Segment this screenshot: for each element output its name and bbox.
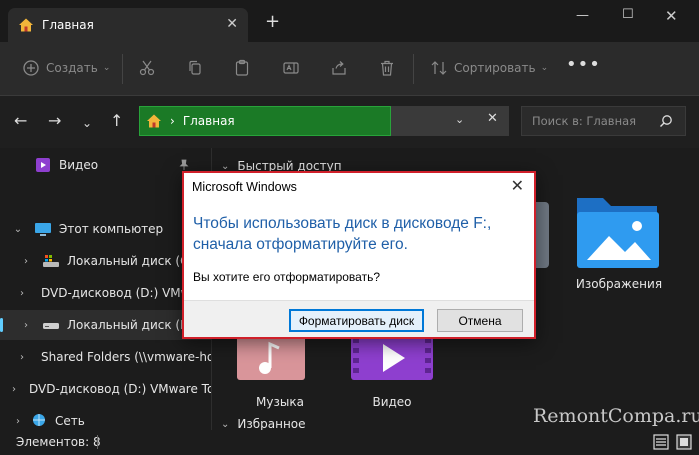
- tab-close-icon[interactable]: ✕: [226, 16, 238, 32]
- share-icon[interactable]: [330, 59, 348, 77]
- dialog-close-icon[interactable]: ✕: [511, 177, 524, 195]
- sidebar-item-dvd-d-root[interactable]: › vm DVD-дисковод (D:) VMware Tools: [0, 374, 212, 404]
- selection-indicator: [0, 318, 3, 332]
- dialog-question: Вы хотите его отформатировать?: [193, 270, 381, 284]
- search-input[interactable]: [532, 114, 657, 128]
- plus-circle-icon: [23, 60, 39, 76]
- tab-title: Главная: [42, 18, 94, 32]
- expand-chevron-icon[interactable]: ›: [20, 352, 24, 363]
- music-folder-icon[interactable]: [235, 334, 307, 382]
- tiles-view-icon[interactable]: [676, 434, 692, 450]
- sort-button[interactable]: Сортировать ⌄: [430, 59, 548, 77]
- navigation-bar: ← → ⌄ ↑ › Главная ⌄ ✕: [0, 96, 699, 148]
- create-button[interactable]: Создать ⌄: [22, 59, 110, 77]
- recent-chevron-icon[interactable]: ⌄: [82, 114, 92, 132]
- tile-label-video: Видео: [372, 395, 412, 409]
- tab-home[interactable]: Главная ✕: [8, 8, 248, 42]
- dialog-title: Microsoft Windows: [192, 180, 297, 194]
- sidebar-item-label: Видео: [59, 158, 99, 172]
- collapse-chevron-icon[interactable]: ⌄: [221, 161, 229, 172]
- home-icon: [147, 114, 161, 128]
- sidebar-item-drive-f[interactable]: › Локальный диск (F:): [0, 310, 211, 340]
- video-folder-large-icon[interactable]: [349, 334, 435, 382]
- title-bar: Главная ✕ + — ☐ ✕: [0, 0, 699, 42]
- sidebar-item-dvd-d[interactable]: › vm DVD-дисковод (D:) VMware Tools: [0, 278, 211, 308]
- expand-chevron-icon[interactable]: ›: [20, 320, 32, 331]
- sort-icon: [431, 61, 447, 75]
- expand-chevron-icon[interactable]: ›: [12, 384, 16, 395]
- pictures-folder-icon[interactable]: [573, 192, 663, 272]
- status-divider: [97, 435, 98, 449]
- details-view-icon[interactable]: [653, 434, 669, 450]
- command-bar: Создать ⌄ Сортировать ⌄ •••: [0, 42, 699, 96]
- expand-chevron-icon[interactable]: ›: [12, 416, 24, 427]
- watermark-text: RemontCompa.ru: [533, 405, 699, 427]
- chevron-down-icon: ⌄: [102, 63, 111, 73]
- forward-arrow-icon[interactable]: →: [48, 112, 61, 130]
- section-title: Избранное: [237, 417, 306, 431]
- pin-icon[interactable]: [178, 159, 190, 171]
- rename-icon[interactable]: [282, 59, 300, 77]
- format-disk-button[interactable]: Форматировать диск: [289, 309, 424, 332]
- format-disk-dialog: Microsoft Windows ✕ Чтобы использовать д…: [182, 171, 536, 339]
- minimize-icon[interactable]: —: [576, 8, 589, 23]
- sort-label: Сортировать: [454, 61, 536, 75]
- video-folder-icon: [36, 158, 50, 172]
- sidebar-item-label: Сеть: [55, 414, 85, 428]
- toolbar-divider: [122, 54, 123, 84]
- sidebar-item-label: Этот компьютер: [59, 222, 164, 236]
- network-icon: [33, 414, 45, 426]
- cut-icon[interactable]: [138, 59, 156, 77]
- status-bar: Элементов: 8: [0, 430, 699, 455]
- sidebar-item-label: Shared Folders (\\vmware-host): [41, 350, 212, 364]
- collapse-chevron-icon[interactable]: ⌄: [221, 419, 229, 430]
- sidebar-item-this-pc[interactable]: ⌄ Этот компьютер: [0, 214, 211, 244]
- tile-label-pictures: Изображения: [575, 277, 663, 291]
- dialog-message: Чтобы использовать диск в дисководе F:, …: [193, 215, 492, 253]
- expand-chevron-icon[interactable]: ›: [20, 256, 32, 267]
- search-box[interactable]: [521, 106, 686, 136]
- chevron-down-icon: ⌄: [540, 63, 549, 73]
- address-dropdown-icon[interactable]: ⌄: [455, 113, 464, 126]
- copy-icon[interactable]: [186, 59, 204, 77]
- sidebar-item-label: Локальный диск (F:): [67, 318, 195, 332]
- system-drive-icon: [43, 255, 59, 267]
- new-tab-button[interactable]: +: [265, 13, 280, 31]
- home-icon: [19, 18, 33, 32]
- tile-label-music: Музыка: [256, 395, 304, 409]
- create-label: Создать: [46, 61, 98, 75]
- sidebar-item-drive-c[interactable]: › Локальный диск (C:): [0, 246, 211, 276]
- delete-icon[interactable]: [378, 59, 396, 77]
- search-icon[interactable]: [659, 114, 673, 128]
- up-arrow-icon[interactable]: ↑: [110, 112, 123, 130]
- close-window-icon[interactable]: ✕: [665, 7, 678, 25]
- expand-chevron-icon[interactable]: ⌄: [12, 224, 24, 235]
- breadcrumb-location[interactable]: Главная: [183, 114, 235, 128]
- computer-icon: [35, 223, 51, 236]
- paste-icon[interactable]: [233, 59, 251, 77]
- sidebar-item-label: DVD-дисковод (D:) VMware Tools: [29, 382, 212, 396]
- address-breadcrumb[interactable]: › Главная: [139, 106, 391, 136]
- toolbar-divider: [413, 54, 414, 84]
- dialog-footer: Форматировать диск Отмена: [184, 300, 534, 337]
- section-favorites[interactable]: ⌄ Избранное: [221, 417, 306, 431]
- maximize-icon[interactable]: ☐: [622, 7, 634, 22]
- expand-chevron-icon[interactable]: ›: [20, 288, 24, 299]
- breadcrumb-chevron-icon: ›: [170, 114, 175, 128]
- item-count: Элементов: 8: [16, 435, 101, 449]
- sidebar-item-network[interactable]: › Сеть: [0, 406, 211, 430]
- address-clear-icon[interactable]: ✕: [487, 111, 498, 126]
- sidebar-item-label: Локальный диск (C:): [67, 254, 198, 268]
- address-bar[interactable]: › Главная ⌄ ✕: [139, 106, 509, 136]
- drive-icon: [43, 323, 59, 329]
- back-arrow-icon[interactable]: ←: [14, 112, 27, 130]
- sidebar-item-videos[interactable]: Видео: [0, 150, 211, 180]
- navigation-pane: Видео ⌄ Этот компьютер › Локальный диск …: [0, 148, 212, 430]
- sidebar-item-shared-folders[interactable]: › Shared Folders (\\vmware-host): [0, 342, 212, 372]
- cancel-button[interactable]: Отмена: [437, 309, 523, 332]
- more-options-icon[interactable]: •••: [566, 54, 601, 75]
